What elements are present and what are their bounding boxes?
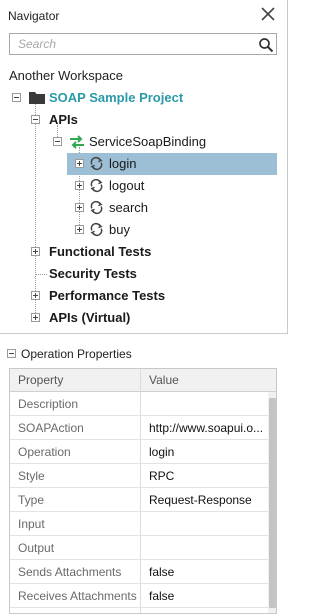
expand-toggle[interactable] xyxy=(75,181,84,190)
security-tests-label: Security Tests xyxy=(49,266,137,281)
workspace-label: Another Workspace xyxy=(9,68,123,83)
operation-label: search xyxy=(109,200,149,215)
table-row[interactable]: Style RPC xyxy=(10,464,268,488)
apis-label: APIs xyxy=(49,112,78,127)
property-value[interactable]: RPC xyxy=(149,469,269,483)
table-row[interactable]: Type Request-Response xyxy=(10,488,268,512)
tree-item-apis-virtual[interactable]: APIs (Virtual) xyxy=(0,307,288,329)
property-name: Sends Attachments xyxy=(18,565,122,579)
expand-toggle[interactable] xyxy=(31,291,40,300)
property-name: Input xyxy=(18,517,45,531)
property-name: Style xyxy=(18,469,45,483)
tree-item-operation[interactable]: search xyxy=(0,197,288,219)
table-row[interactable]: Receives Attachments false xyxy=(10,584,268,608)
property-value[interactable]: false xyxy=(149,565,269,579)
navigator-panel: Navigator Another Workspace SOAP Sample … xyxy=(0,0,288,334)
property-value[interactable]: Request-Response xyxy=(149,493,269,507)
collapse-toggle[interactable] xyxy=(53,137,62,146)
search-input[interactable] xyxy=(10,34,250,54)
apis-virtual-label: APIs (Virtual) xyxy=(49,310,131,325)
functional-tests-label: Functional Tests xyxy=(49,244,152,259)
property-name: SOAPAction xyxy=(18,421,84,435)
search-icon[interactable] xyxy=(258,37,274,53)
property-value[interactable]: login xyxy=(149,445,269,459)
tree-item-binding[interactable]: ServiceSoapBinding xyxy=(0,131,288,153)
table-row[interactable]: Sends Attachments false xyxy=(10,560,268,584)
tree-item-security-tests[interactable]: Security Tests xyxy=(0,263,288,285)
property-name: Operation xyxy=(18,445,71,459)
tree-item-operation[interactable]: login xyxy=(0,153,288,175)
tree-item-operation[interactable]: logout xyxy=(0,175,288,197)
operation-refresh-icon xyxy=(90,156,103,171)
close-icon[interactable] xyxy=(260,6,276,22)
table-row[interactable]: SOAPAction http://www.soapui.o... xyxy=(10,416,268,440)
operation-refresh-icon xyxy=(90,222,103,237)
tree-item-project[interactable]: SOAP Sample Project xyxy=(0,87,288,109)
performance-tests-label: Performance Tests xyxy=(49,288,166,303)
tree-item-performance-tests[interactable]: Performance Tests xyxy=(0,285,288,307)
operation-refresh-icon xyxy=(90,178,103,193)
operation-refresh-icon xyxy=(90,200,103,215)
table-row[interactable]: Operation login xyxy=(10,440,268,464)
expand-toggle[interactable] xyxy=(31,247,40,256)
navigator-title: Navigator xyxy=(8,9,60,23)
operation-properties-title: Operation Properties xyxy=(21,347,132,361)
property-name: Receives Attachments xyxy=(18,589,137,603)
collapse-toggle[interactable] xyxy=(31,115,40,124)
property-name: Type xyxy=(18,493,45,507)
expand-toggle[interactable] xyxy=(31,313,40,322)
property-name: Output xyxy=(18,541,55,555)
column-header-property[interactable]: Property xyxy=(18,373,63,387)
table-scrollbar[interactable] xyxy=(268,392,276,613)
binding-label: ServiceSoapBinding xyxy=(89,134,207,149)
column-header-value[interactable]: Value xyxy=(149,373,179,387)
property-name: Description xyxy=(18,397,79,411)
table-row[interactable]: Output xyxy=(10,536,268,560)
navigator-search xyxy=(9,33,277,55)
collapse-toggle[interactable] xyxy=(7,349,16,358)
folder-icon xyxy=(29,92,45,104)
tree-item-functional-tests[interactable]: Functional Tests xyxy=(0,241,288,263)
navigator-header: Navigator xyxy=(0,0,288,30)
operation-label: logout xyxy=(109,178,145,193)
scrollbar-thumb[interactable] xyxy=(269,398,276,608)
project-label: SOAP Sample Project xyxy=(49,90,184,105)
operation-label: buy xyxy=(109,222,130,237)
operation-label: login xyxy=(109,156,137,171)
collapse-toggle[interactable] xyxy=(12,93,21,102)
expand-toggle[interactable] xyxy=(75,159,84,168)
property-value[interactable]: false xyxy=(149,589,269,603)
table-row[interactable]: Description xyxy=(10,392,268,416)
operation-properties-panel: Operation Properties Property Value Desc… xyxy=(0,343,288,616)
table-row[interactable]: Input xyxy=(10,512,268,536)
expand-toggle[interactable] xyxy=(75,225,84,234)
operation-properties-header[interactable]: Operation Properties xyxy=(0,343,288,365)
tree-item-apis[interactable]: APIs xyxy=(0,109,288,131)
expand-toggle[interactable] xyxy=(75,203,84,212)
binding-icon xyxy=(70,135,84,149)
table-header: Property Value xyxy=(10,369,276,392)
property-value[interactable]: http://www.soapui.o... xyxy=(149,421,269,435)
tree-item-operation[interactable]: buy xyxy=(0,219,288,241)
properties-table: Property Value Description SOAPAction ht… xyxy=(9,368,277,614)
